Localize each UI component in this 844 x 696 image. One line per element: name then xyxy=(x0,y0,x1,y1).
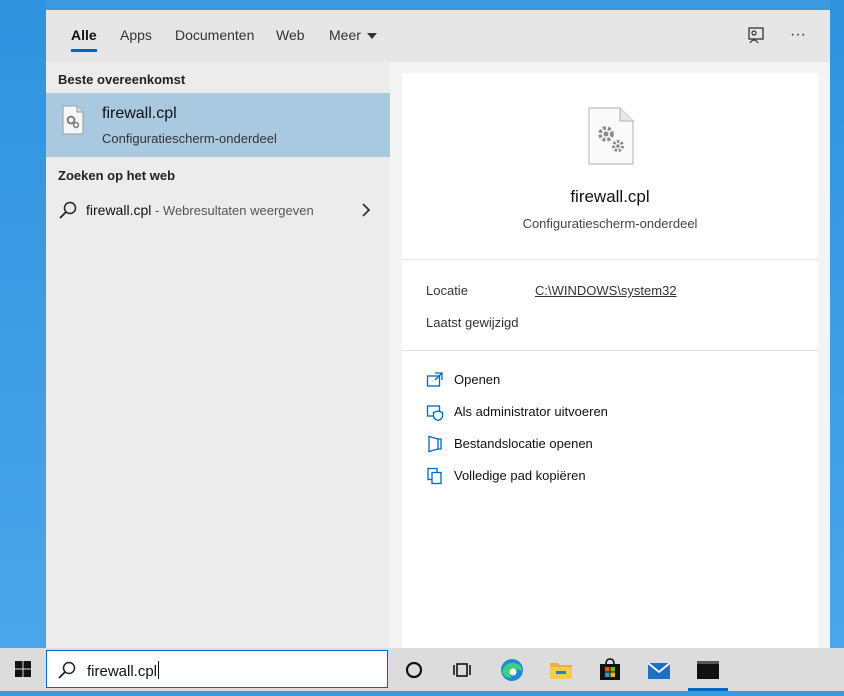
tab-web[interactable]: Web xyxy=(276,10,305,62)
action-run-as-admin[interactable]: Als administrator uitvoeren xyxy=(426,401,786,423)
action-open[interactable]: Openen xyxy=(426,369,786,391)
web-search-result[interactable]: firewall.cpl - Webresultaten weergeven xyxy=(46,194,390,228)
action-copy-full-path[interactable]: Volledige pad kopiëren xyxy=(426,465,786,487)
action-run-as-admin-label: Als administrator uitvoeren xyxy=(454,404,608,419)
text-caret xyxy=(158,661,160,679)
tab-more[interactable]: Meer xyxy=(329,10,377,62)
results-list: Beste overeenkomst firewall.cpl Configur… xyxy=(46,62,390,648)
control-panel-file-large-icon xyxy=(588,107,634,165)
search-panel: Alle Apps Documenten Web Meer ··· Beste … xyxy=(46,10,830,648)
preview-subtitle: Configuratiescherm-onderdeel xyxy=(522,216,698,231)
copy-icon xyxy=(427,467,442,485)
tab-more-label: Meer xyxy=(329,27,361,43)
control-panel-file-icon xyxy=(62,105,84,135)
tab-documents[interactable]: Documenten xyxy=(175,10,254,62)
windows-start-icon xyxy=(15,661,31,677)
action-copy-full-path-label: Volledige pad kopiëren xyxy=(454,468,586,483)
action-open-file-location-label: Bestandslocatie openen xyxy=(454,436,593,451)
action-open-label: Openen xyxy=(454,372,501,387)
edge-icon[interactable] xyxy=(496,654,528,686)
task-view-icon[interactable] xyxy=(446,654,478,686)
terminal-icon[interactable] xyxy=(692,654,724,686)
preview-card: firewall.cpl Configuratiescherm-onderdee… xyxy=(402,73,818,648)
file-explorer-icon[interactable] xyxy=(545,654,577,686)
mail-icon[interactable] xyxy=(643,654,675,686)
feedback-icon[interactable] xyxy=(744,24,768,48)
search-input-text: firewall.cpl xyxy=(87,663,158,680)
start-button[interactable] xyxy=(0,648,46,691)
web-result-query: firewall.cpl xyxy=(86,202,152,218)
desktop-background-right xyxy=(830,0,844,648)
divider xyxy=(402,350,818,351)
taskbar: firewall.cpl xyxy=(0,648,844,691)
best-match-item[interactable]: firewall.cpl Configuratiescherm-onderdee… xyxy=(46,93,390,157)
location-label: Locatie xyxy=(426,283,468,298)
desktop-background-left xyxy=(0,0,46,648)
modified-label: Laatst gewijzigd xyxy=(426,315,519,330)
search-icon xyxy=(59,201,77,219)
desktop-background xyxy=(0,0,844,10)
search-icon xyxy=(58,661,76,679)
preview-title: firewall.cpl xyxy=(570,187,650,206)
folder-location-icon xyxy=(428,435,442,453)
caret-down-icon xyxy=(366,33,377,40)
taskbar-search-input[interactable]: firewall.cpl xyxy=(46,650,388,688)
shield-icon xyxy=(426,405,444,421)
more-options-icon[interactable]: ··· xyxy=(786,24,810,48)
best-match-subtitle: Configuratiescherm-onderdeel xyxy=(102,131,277,146)
web-result-suffix: - Webresultaten weergeven xyxy=(151,203,314,218)
divider xyxy=(402,259,818,260)
preview-pane: firewall.cpl Configuratiescherm-onderdee… xyxy=(390,62,830,648)
open-icon xyxy=(426,372,443,387)
action-open-file-location[interactable]: Bestandslocatie openen xyxy=(426,433,786,455)
location-link[interactable]: C:\WINDOWS\system32 xyxy=(535,283,677,298)
store-icon[interactable] xyxy=(594,654,626,686)
best-match-title: firewall.cpl xyxy=(102,105,177,122)
chevron-right-icon[interactable] xyxy=(360,201,372,219)
tab-apps[interactable]: Apps xyxy=(120,10,152,62)
search-tabs-bar: Alle Apps Documenten Web Meer ··· xyxy=(46,10,830,62)
search-input-value: firewall.cpl xyxy=(87,661,160,680)
best-match-header: Beste overeenkomst xyxy=(58,72,186,87)
web-search-header: Zoeken op het web xyxy=(58,168,176,183)
tab-all[interactable]: Alle xyxy=(71,10,97,62)
web-result-text: firewall.cpl - Webresultaten weergeven xyxy=(86,202,314,218)
cortana-icon[interactable] xyxy=(398,654,430,686)
